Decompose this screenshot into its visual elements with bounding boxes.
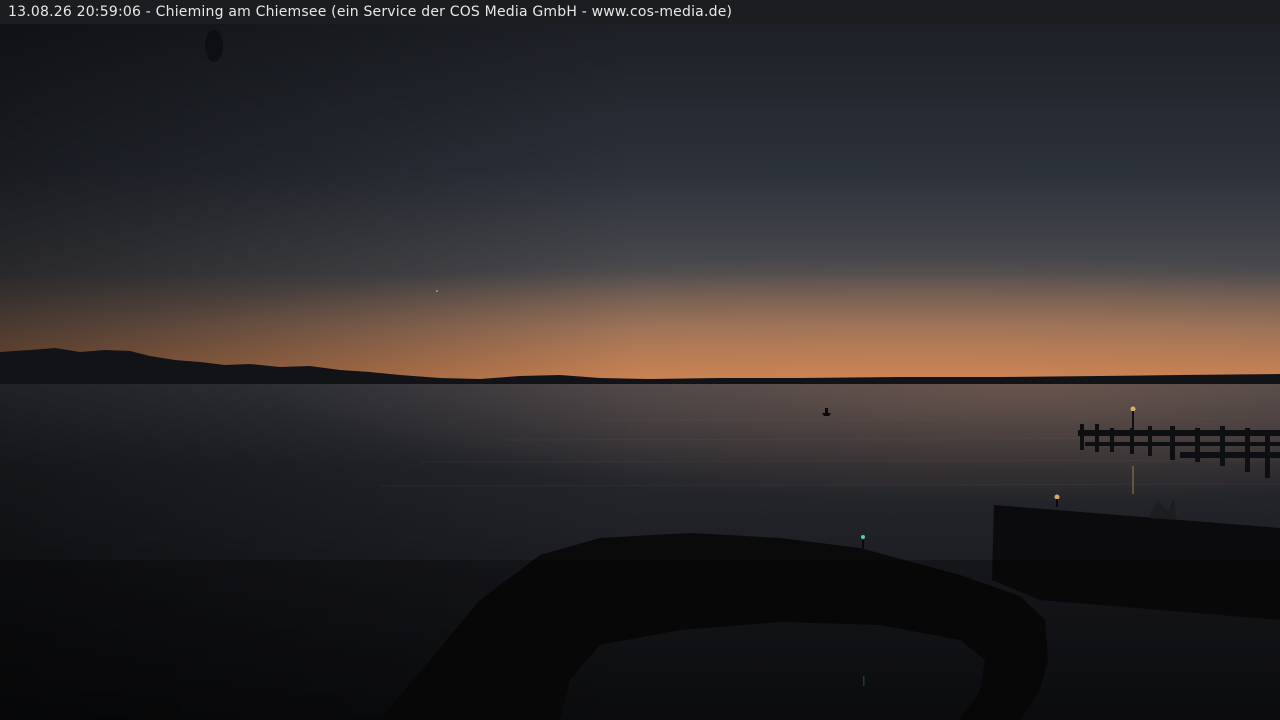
caption-separator: - [141,4,156,20]
lamp-reflection [1132,466,1134,494]
breakwater-green-light [861,535,865,539]
webcam-frame: 13.08.26 20:59:06 - Chieming am Chiemsee… [0,0,1280,720]
jetty-lamp [1054,494,1060,500]
location-caption: Chieming am Chiemsee (ein Service der CO… [155,4,733,20]
star [436,290,438,292]
sky-left-shade [0,0,1280,380]
lens-smudge [205,30,223,62]
pier-lamp [1130,406,1136,412]
foreground-shadow [0,560,1280,720]
timestamp: 13.08.26 20:59:06 [8,4,142,20]
caption-text: 13.08.26 20:59:06 - Chieming am Chiemsee… [8,3,732,21]
caption-bar: 13.08.26 20:59:06 - Chieming am Chiemsee… [0,0,1280,24]
lake-scene-image [0,0,1280,720]
